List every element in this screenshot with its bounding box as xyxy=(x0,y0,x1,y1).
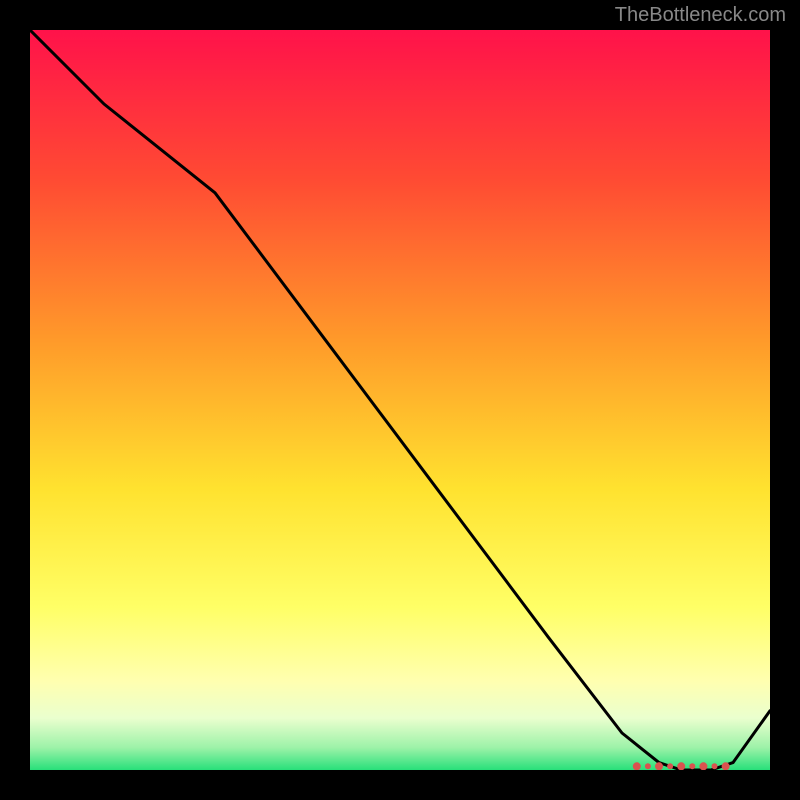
plot-frame xyxy=(30,30,770,770)
watermark-text: TheBottleneck.com xyxy=(615,4,786,27)
gradient-background xyxy=(30,30,770,770)
